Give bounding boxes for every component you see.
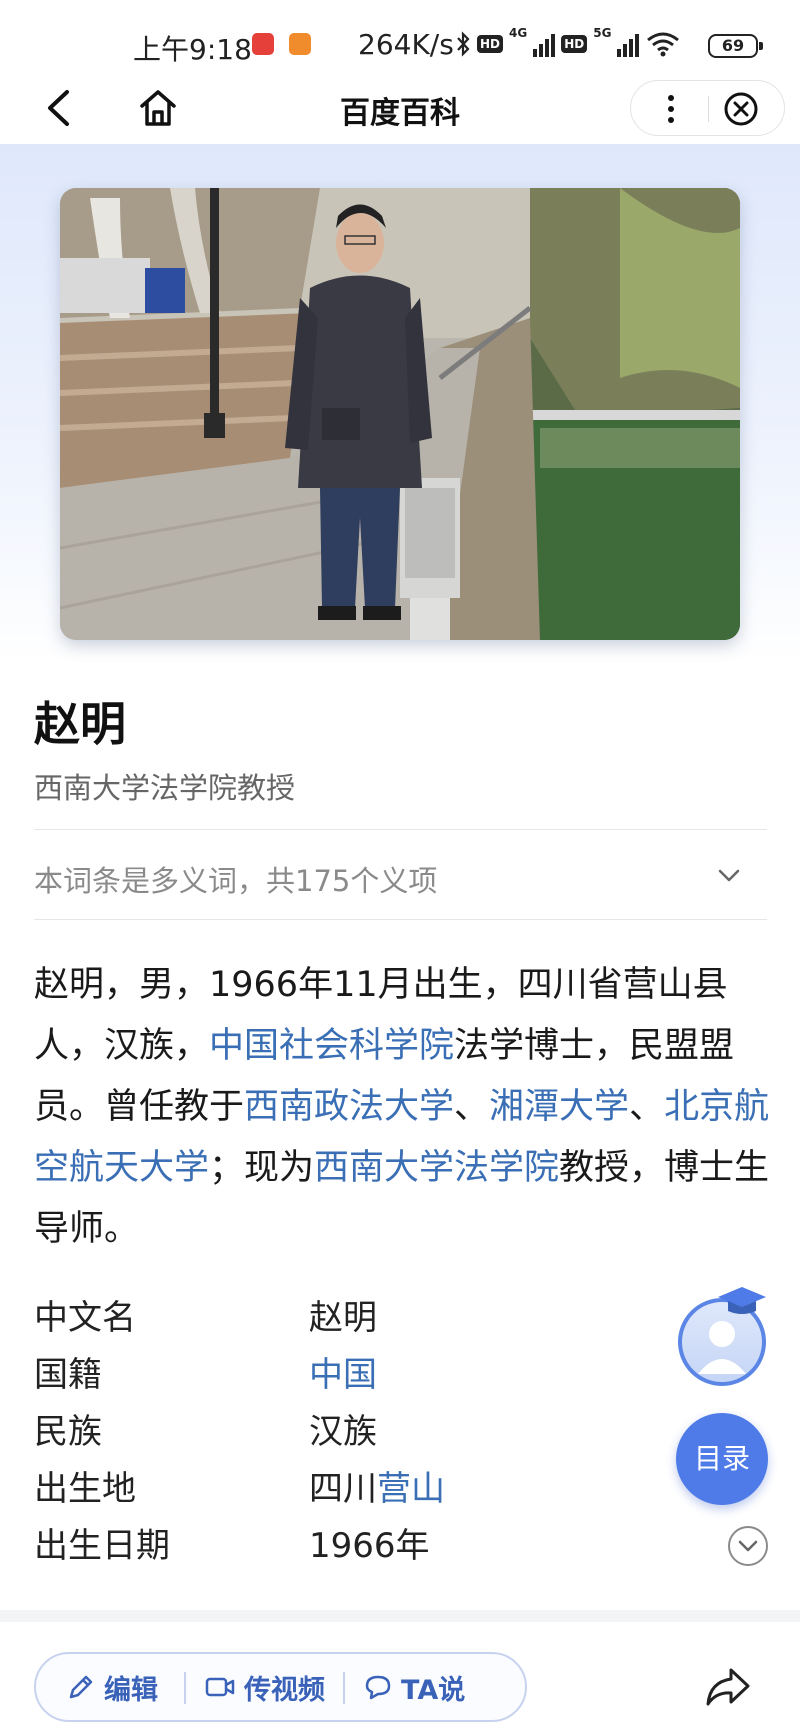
infobox-label: 国籍 xyxy=(34,1355,102,1395)
bottom-separator xyxy=(0,1610,800,1622)
nav-bar: 百度百科 xyxy=(0,70,800,144)
infobox-value-text: 1966年 xyxy=(309,1526,430,1566)
wifi-icon xyxy=(647,32,680,57)
video-camera-icon xyxy=(205,1677,235,1697)
link-cass[interactable]: 中国社会科学院 xyxy=(209,1026,454,1066)
infobox-value: 赵明 xyxy=(309,1298,377,1338)
infobox-value: 1966年 xyxy=(309,1526,430,1566)
pencil-icon xyxy=(69,1675,93,1699)
expand-infobox-icon[interactable] xyxy=(727,1525,769,1567)
pill-divider xyxy=(343,1672,345,1704)
edit-button[interactable]: 编辑 xyxy=(66,1654,158,1720)
entry-title: 赵明 xyxy=(34,697,126,751)
network-4g-label: 4G xyxy=(509,26,528,40)
link-swupl[interactable]: 西南政法大学 xyxy=(244,1087,454,1127)
hd-badge: HD xyxy=(561,35,588,53)
chevron-down-icon[interactable] xyxy=(716,862,742,888)
link-swu-law[interactable]: 西南大学法学院 xyxy=(314,1148,559,1188)
infobox-value: 汉族 xyxy=(309,1412,377,1452)
hd-badge: HD xyxy=(477,35,504,53)
infobox-value-link[interactable]: 营山 xyxy=(377,1469,445,1509)
infobox-value-text: 四川 xyxy=(309,1469,377,1509)
link-xtu[interactable]: 湘潭大学 xyxy=(489,1087,629,1127)
status-time: 上午9:18 xyxy=(133,33,252,66)
infobox-label: 出生地 xyxy=(34,1469,136,1509)
divider xyxy=(34,829,767,830)
close-icon[interactable] xyxy=(723,91,759,127)
share-icon[interactable] xyxy=(704,1664,752,1710)
signal-icon xyxy=(533,31,556,57)
app-notification-icon xyxy=(252,33,274,55)
ta-says-label: TA说 xyxy=(401,1674,466,1706)
infobox-value-link[interactable]: 中国 xyxy=(309,1355,377,1395)
app-notification-icon xyxy=(289,33,311,55)
infobox-value-text: 汉族 xyxy=(309,1412,377,1452)
bluetooth-icon xyxy=(457,31,470,57)
infobox-value: 中国 xyxy=(309,1355,377,1395)
infobox-label: 民族 xyxy=(34,1412,102,1452)
network-5g-label: 5G xyxy=(593,26,612,40)
infobox-label: 出生日期 xyxy=(34,1526,170,1566)
graduation-cap-icon xyxy=(718,1287,766,1314)
network-speed: 264K/s xyxy=(358,28,454,61)
edit-label: 编辑 xyxy=(104,1674,158,1706)
signal-icon xyxy=(617,31,640,57)
infobox-value: 四川营山 xyxy=(309,1469,445,1509)
polysemy-note[interactable]: 本词条是多义词，共175个义项 xyxy=(34,858,437,900)
bottom-action-bar: 编辑 传视频 TA说 xyxy=(0,1622,800,1733)
upload-video-button[interactable]: 传视频 xyxy=(204,1654,325,1720)
infobox-label: 中文名 xyxy=(34,1298,136,1338)
entry-summary: 赵明，男，1966年11月出生，四川省营山县人，汉族，中国社会科学院法学博士，民… xyxy=(34,955,770,1260)
infobox-value-text: 赵明 xyxy=(309,1298,377,1338)
status-icons: HD 4G HD 5G xyxy=(455,26,681,62)
capsule-divider xyxy=(708,96,709,122)
summary-text: 、 xyxy=(629,1087,665,1127)
summary-text: ；现为 xyxy=(209,1148,315,1188)
entry-photo[interactable] xyxy=(60,188,740,640)
upload-video-label: 传视频 xyxy=(244,1674,325,1706)
mini-app-capsule xyxy=(630,80,785,136)
action-pill: 编辑 传视频 TA说 xyxy=(34,1652,527,1722)
summary-text: 、 xyxy=(454,1087,490,1127)
battery-icon: 69 xyxy=(708,34,763,58)
entry-subtitle: 西南大学法学院教授 xyxy=(34,771,296,805)
toc-button[interactable]: 目录 xyxy=(676,1413,768,1505)
chat-bubble-icon xyxy=(365,1675,391,1700)
divider xyxy=(34,919,767,920)
more-icon[interactable] xyxy=(661,91,681,127)
ta-says-button[interactable]: TA说 xyxy=(363,1654,465,1720)
pill-divider xyxy=(184,1672,186,1704)
